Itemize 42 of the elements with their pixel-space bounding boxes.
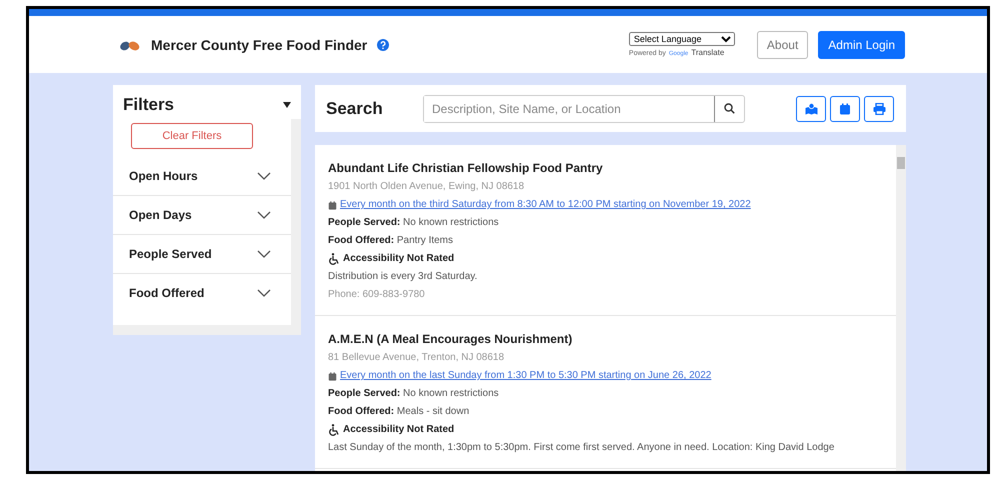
translate-link[interactable]: Translate: [691, 48, 724, 57]
detail-text: People Served: No known restrictions: [328, 216, 500, 230]
print-button[interactable]: [864, 96, 894, 122]
accessibility-label: Accessibility Not Rated: [343, 252, 454, 266]
site-name: A.M.E.N (A Meal Encourages Nourishment): [328, 331, 574, 348]
calendar-icon: [328, 372, 337, 380]
address: 1901 North Olden Avenue, Ewing, NJ 08618: [328, 180, 526, 194]
wheelchair-icon: [328, 424, 340, 436]
filter-section[interactable]: Food Offered: [113, 274, 291, 312]
print-icon: [872, 102, 886, 114]
search-field[interactable]: Description, Site Name, or Location: [423, 94, 745, 122]
scrollbar[interactable]: [113, 325, 301, 335]
help-icon[interactable]: [377, 38, 390, 50]
description-text: Distribution is every 3rd Saturday.: [328, 270, 478, 284]
scrollbar[interactable]: [291, 119, 301, 325]
search-title: Search: [326, 98, 384, 118]
schedule-link[interactable]: Every month on the last Sunday from 1:30 PM to 5:30 PM starting on June 26, 2022: [340, 367, 712, 385]
app-title: Mercer County Free Food Finder: [151, 36, 368, 52]
map-icon: [804, 102, 818, 114]
detail-text: People Served: No known restrictions: [328, 387, 500, 401]
description-text: Last Sunday of the month, 1:30pm to 5:30pm. First come first served. Anyone in need. Location: King David Lodge: [328, 441, 836, 455]
login-button[interactable]: Admin Login: [818, 30, 905, 58]
site-name: Abundant Life Christian Fellowship Food Pantry: [328, 160, 604, 177]
detail-text: Food Offered: Meals - sit down: [328, 405, 470, 419]
language-select[interactable]: Select Language: [628, 32, 735, 46]
address: 81 Bellevue Avenue, Trenton, NJ 08618: [328, 351, 506, 365]
filters-title: Filters: [123, 95, 174, 115]
search-icon: [724, 103, 735, 114]
schedule-link[interactable]: Every month on the third Saturday from 8:30 AM to 12:00 PM starting on November 19, 2022: [340, 196, 751, 214]
calendar-button[interactable]: [830, 96, 860, 122]
map-button[interactable]: [796, 96, 826, 122]
about-button[interactable]: About: [756, 30, 808, 58]
calendar-icon: [839, 102, 851, 114]
clear-filters-button[interactable]: Clear Filters: [131, 123, 253, 149]
detail-text: Food Offered: Pantry Items: [328, 234, 454, 248]
wheelchair-icon: [328, 253, 340, 265]
accessibility-label: Accessibility Not Rated: [343, 423, 454, 437]
caret-icon[interactable]: [283, 102, 291, 108]
phone-number: Phone: 609-883-9780: [328, 288, 426, 302]
scrollbar[interactable]: [896, 145, 906, 471]
logo-icon: [119, 38, 141, 50]
calendar-icon: [328, 200, 337, 210]
